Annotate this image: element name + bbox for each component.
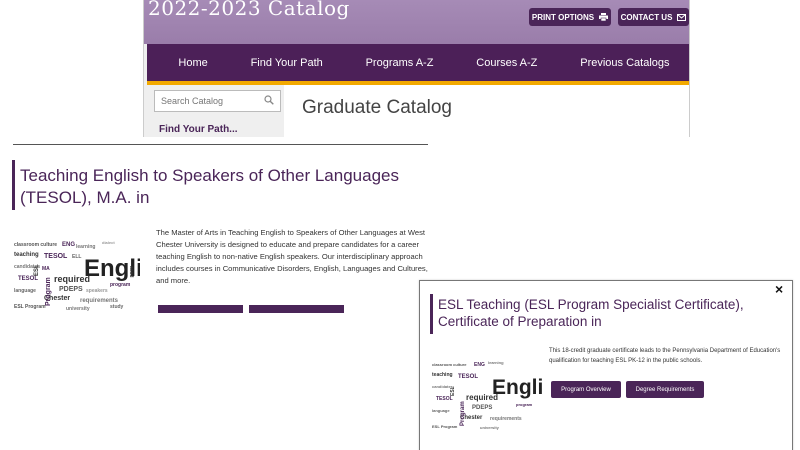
- svg-text:Program: Program: [45, 277, 52, 306]
- svg-text:learning: learning: [488, 360, 504, 365]
- popup-title-accent-bar: [430, 294, 433, 334]
- main-nav: Home Find Your Path Programs A-Z Courses…: [147, 44, 689, 81]
- contact-us-button[interactable]: CONTACT US: [618, 8, 689, 26]
- section-divider: [13, 144, 428, 145]
- svg-text:learning: learning: [76, 244, 95, 250]
- svg-text:TESOL: TESOL: [458, 374, 478, 380]
- svg-text:classroom culture: classroom culture: [432, 362, 467, 367]
- popup-description: This 18-credit graduate certificate lead…: [549, 348, 781, 364]
- popup-program-overview-button[interactable]: Program Overview: [551, 381, 621, 398]
- catalog-title: 2022-2023 Catalog: [148, 0, 350, 20]
- search-input[interactable]: [161, 96, 261, 106]
- svg-text:ESL Program: ESL Program: [14, 304, 46, 310]
- svg-text:study: study: [110, 304, 124, 310]
- title-accent-bar: [12, 160, 15, 210]
- svg-text:program: program: [110, 282, 131, 288]
- svg-text:PDEPS: PDEPS: [59, 286, 83, 293]
- svg-text:teaching: teaching: [432, 372, 453, 378]
- svg-text:ENG: ENG: [62, 242, 75, 248]
- svg-text:ESL: ESL: [34, 264, 40, 276]
- svg-text:language: language: [432, 408, 450, 413]
- svg-text:ELL: ELL: [72, 254, 81, 260]
- print-options-label: PRINT OPTIONS: [531, 12, 595, 22]
- print-options-button[interactable]: PRINT OPTIONS: [529, 8, 611, 26]
- degree-requirements-button[interactable]: [249, 305, 344, 313]
- svg-text:classroom culture: classroom culture: [14, 242, 57, 248]
- close-icon[interactable]: ×: [775, 281, 783, 297]
- printer-icon: [599, 13, 609, 21]
- svg-text:TESOL: TESOL: [44, 253, 68, 260]
- svg-text:MA: MA: [42, 266, 50, 272]
- program-overview-button[interactable]: [158, 305, 243, 313]
- nav-home[interactable]: Home: [178, 57, 207, 69]
- svg-text:university: university: [66, 306, 90, 312]
- svg-text:Program: Program: [460, 401, 466, 426]
- svg-text:ESL Program: ESL Program: [432, 424, 458, 429]
- page-title: Graduate Catalog: [302, 97, 452, 118]
- nav-courses-a-z[interactable]: Courses A-Z: [476, 57, 537, 69]
- svg-text:speakers: speakers: [86, 288, 108, 294]
- popup-title: ESL Teaching (ESL Program Specialist Cer…: [438, 297, 744, 329]
- catalog-banner: 2022-2023 Catalog PRINT OPTIONS CONTACT …: [144, 0, 689, 44]
- svg-text:teaching: teaching: [14, 252, 39, 258]
- svg-text:required: required: [54, 274, 90, 284]
- esl-word-cloud-image: classroom culture ENG learning teaching …: [432, 356, 542, 432]
- svg-text:English: English: [492, 376, 542, 399]
- svg-text:PDEPS: PDEPS: [472, 405, 492, 411]
- svg-text:dialect: dialect: [102, 240, 115, 245]
- svg-text:language: language: [14, 288, 36, 294]
- sidebar-find-your-path-link[interactable]: Find Your Path...: [159, 124, 238, 135]
- program-description: The Master of Arts in Teaching English t…: [156, 228, 428, 285]
- svg-text:program: program: [516, 402, 533, 407]
- english-word-cloud-image: classroom culture ENG learning dialect t…: [14, 236, 140, 312]
- nav-programs-a-z[interactable]: Programs A-Z: [366, 57, 434, 69]
- envelope-icon: [677, 13, 687, 21]
- contact-us-label: CONTACT US: [620, 12, 673, 22]
- svg-text:required: required: [466, 393, 498, 402]
- nav-previous-catalogs[interactable]: Previous Catalogs: [580, 57, 669, 69]
- nav-find-your-path[interactable]: Find Your Path: [251, 57, 323, 69]
- catalog-header-panel: 2022-2023 Catalog PRINT OPTIONS CONTACT …: [143, 0, 690, 137]
- svg-text:ENG: ENG: [474, 362, 485, 368]
- svg-text:acad: acad: [128, 266, 134, 277]
- popup-degree-requirements-button[interactable]: Degree Requirements: [626, 381, 704, 398]
- svg-text:ESL: ESL: [450, 386, 456, 396]
- search-box: [154, 90, 281, 112]
- svg-text:university: university: [480, 425, 500, 430]
- svg-text:requirements: requirements: [490, 416, 522, 422]
- search-icon[interactable]: [264, 95, 274, 105]
- program-title: Teaching English to Speakers of Other La…: [20, 166, 399, 207]
